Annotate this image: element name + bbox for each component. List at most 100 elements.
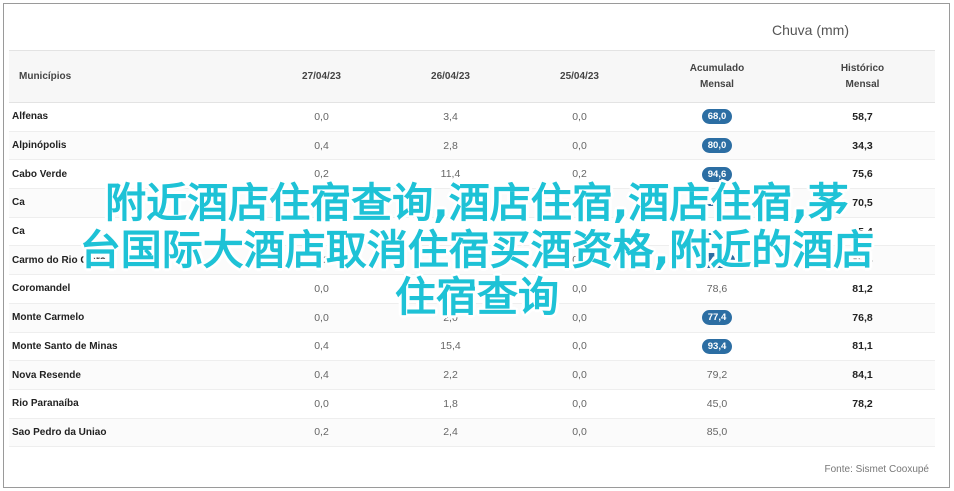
table-row: Cabo Verde 0,2 11,4 0,2 94,6 75,6 <box>9 159 935 190</box>
cell-municipio: Rio Paranaíba <box>9 389 257 419</box>
cell-acumulado: 145,8 <box>644 245 790 276</box>
table-row: Nova Resende 0,4 2,2 0,0 79,2 84,1 <box>9 360 935 390</box>
table-header-row: Municípios 27/04/23 26/04/23 25/04/23 Ac… <box>9 50 935 103</box>
table-row: Carmo do Rio Claro 0,2 0,0 145,8 89,4 <box>9 245 935 276</box>
cell-date-3: 0,0 <box>515 102 644 132</box>
cell-historico: 75,6 <box>790 159 935 190</box>
acumulado-badge: 93,4 <box>701 338 733 354</box>
cell-municipio: Sao Pedro da Uniao <box>9 418 257 448</box>
cell-municipio: Monte Carmelo <box>9 303 257 333</box>
cell-acumulado: 80,0 <box>644 131 790 161</box>
cell-date-1: 0,0 <box>257 303 386 333</box>
table-row: Monte Santo de Minas 0,4 15,4 0,0 93,4 81,1 <box>9 332 935 362</box>
cell-acumulado: 78,6 <box>644 274 790 304</box>
cell-date-1: 0,2 <box>257 245 386 276</box>
cell-date-2: 11,4 <box>386 159 515 190</box>
cell-date-1: 0,2 <box>257 159 386 190</box>
table-body: Alfenas 0,0 3,4 0,0 68,0 58,7 Alpinópolis 0,4 2,… <box>9 102 935 448</box>
cell-date-2 <box>386 217 515 247</box>
cell-municipio: Cabo Verde <box>9 159 257 190</box>
cell-date-2 <box>386 274 515 304</box>
cell-historico: 76,8 <box>790 303 935 333</box>
cell-historico: 34,3 <box>790 131 935 161</box>
cell-date-1: 0,0 <box>257 274 386 304</box>
cell-date-3: 0,2 <box>515 159 644 190</box>
header-acumulado: Acumulado Mensal <box>644 50 790 103</box>
cell-historico: 70,5 <box>790 188 935 218</box>
acumulado-badge <box>702 232 732 235</box>
unit-caption: Chuva (mm) <box>771 22 849 38</box>
cell-date-3: 0,0 <box>515 274 644 304</box>
header-date-2: 26/04/23 <box>386 50 515 103</box>
table-row: Monte Carmelo 0,0 2,0 0,0 77,4 76,8 <box>9 303 935 333</box>
cell-date-1 <box>257 217 386 247</box>
cell-date-3 <box>515 188 644 218</box>
table-row: Coromandel 0,0 0,0 78,6 81,2 <box>9 274 935 304</box>
cell-date-3: 0,0 <box>515 418 644 448</box>
cell-date-1: 0,0 <box>257 389 386 419</box>
cell-date-2 <box>386 188 515 218</box>
header-acumulado-line1: Acumulado <box>689 62 745 74</box>
cell-date-1: 0,4 <box>257 332 386 362</box>
cell-historico: 81,1 <box>790 332 935 362</box>
cell-date-3: 0,0 <box>515 389 644 419</box>
cell-date-1: 0,4 <box>257 360 386 390</box>
cell-municipio: Nova Resende <box>9 360 257 390</box>
cell-date-2: 15,4 <box>386 332 515 362</box>
cell-date-3: 0,0 <box>515 131 644 161</box>
cell-date-2: 2,8 <box>386 131 515 161</box>
table-row: Ca 75,4 <box>9 217 935 247</box>
cell-date-3: 0,0 <box>515 245 644 276</box>
cell-date-2: 2,2 <box>386 360 515 390</box>
cell-acumulado <box>644 217 790 247</box>
table-row: Alfenas 0,0 3,4 0,0 68,0 58,7 <box>9 102 935 132</box>
cell-acumulado: 68,0 <box>644 102 790 132</box>
cell-date-2: 3,4 <box>386 102 515 132</box>
cell-acumulado: 85,0 <box>644 418 790 448</box>
cell-historico: 58,7 <box>790 102 935 132</box>
table-row: Rio Paranaíba 0,0 1,8 0,0 45,0 78,2 <box>9 389 935 419</box>
cell-historico: 89,4 <box>790 245 935 276</box>
cell-acumulado: 79,2 <box>644 360 790 390</box>
header-historico-line2: Mensal <box>845 78 880 90</box>
header-historico: Histórico Mensal <box>790 50 935 103</box>
cell-date-3 <box>515 217 644 247</box>
header-acumulado-line2: Mensal <box>700 78 734 90</box>
cell-date-3: 0,0 <box>515 332 644 362</box>
table-row: Ca 70,5 <box>9 188 935 218</box>
cell-acumulado: 93,4 <box>644 332 790 362</box>
cell-date-1 <box>257 188 386 218</box>
cell-date-3: 0,0 <box>515 303 644 333</box>
cell-municipio: Alpinópolis <box>9 131 257 161</box>
cell-date-2 <box>386 245 515 276</box>
cell-date-1: 0,4 <box>257 131 386 161</box>
cell-acumulado: 45,0 <box>644 389 790 419</box>
cell-municipio: Ca <box>9 217 257 247</box>
acumulado-badge: 145,8 <box>699 252 735 268</box>
cell-historico: 81,2 <box>790 274 935 304</box>
cell-historico <box>790 418 935 448</box>
cell-historico: 84,1 <box>790 360 935 390</box>
table-row: Sao Pedro da Uniao 0,2 2,4 0,0 85,0 <box>9 418 935 448</box>
cell-historico: 78,2 <box>790 389 935 419</box>
acumulado-badge: 94,6 <box>701 166 733 182</box>
header-date-1: 27/04/23 <box>257 50 386 103</box>
acumulado-badge: 80,0 <box>701 138 733 154</box>
cell-date-1: 0,0 <box>257 102 386 132</box>
acumulado-badge: 77,4 <box>701 310 733 326</box>
table-frame: Chuva (mm) Municípios 27/04/23 26/04/23 … <box>3 3 950 488</box>
header-date-3: 25/04/23 <box>515 50 644 103</box>
cell-municipio: Alfenas <box>9 102 257 132</box>
acumulado-badge <box>702 203 732 206</box>
rainfall-table: Municípios 27/04/23 26/04/23 25/04/23 Ac… <box>9 50 935 448</box>
cell-acumulado <box>644 188 790 218</box>
header-historico-line1: Histórico <box>840 62 885 74</box>
cell-acumulado: 94,6 <box>644 159 790 190</box>
cell-municipio: Ca <box>9 188 257 218</box>
cell-municipio: Monte Santo de Minas <box>9 332 257 362</box>
cell-date-2: 2,0 <box>386 303 515 333</box>
source-note: Fonte: Sismet Cooxupé <box>824 464 930 475</box>
cell-municipio: Carmo do Rio Claro <box>9 245 257 276</box>
table-row: Alpinópolis 0,4 2,8 0,0 80,0 34,3 <box>9 131 935 161</box>
acumulado-badge: 68,0 <box>701 109 733 125</box>
